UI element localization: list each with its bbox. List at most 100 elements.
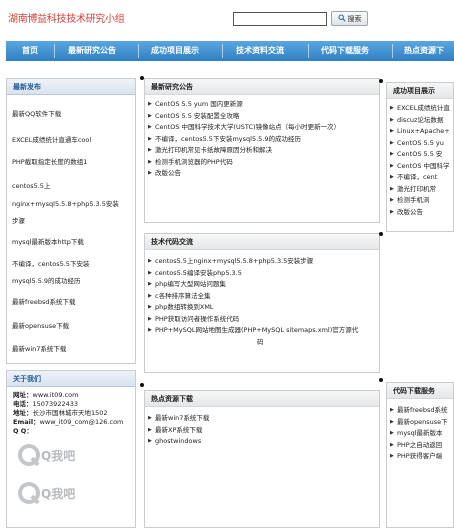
- projects-panel-title: 成功项目展示: [387, 83, 453, 99]
- qq-contact-icon[interactable]: Q我吧: [15, 479, 79, 507]
- list-item[interactable]: ▶ 检测手机浏: [387, 195, 453, 207]
- phone-label: 电话：: [13, 400, 33, 408]
- list-item[interactable]: ▶ 不编译，centos5.5下安装mysql5.5.9的成功经历: [145, 134, 379, 146]
- list-item[interactable]: ▶ 最新opensuse下: [387, 417, 453, 429]
- search-input[interactable]: [233, 12, 327, 26]
- arrow-icon: ▶: [148, 281, 152, 287]
- list-item[interactable]: ▶ CentOS 中国科学: [387, 161, 453, 173]
- arrow-icon: ▶: [148, 112, 152, 119]
- arrow-icon: ▶: [148, 327, 152, 333]
- arrow-icon: ▶: [148, 315, 152, 322]
- list-item[interactable]: ▶ PHP获得客户端: [387, 451, 453, 463]
- announcements-list: ▶ CentOS 5.5 yum 国内更新源 ▶ CentOS 5.5 安装配置全攻…: [145, 99, 379, 180]
- search-button[interactable]: 搜索: [331, 11, 368, 26]
- list-item[interactable]: ▶ c各种排序算法全集: [145, 291, 379, 303]
- arrow-icon: ▶: [148, 304, 152, 310]
- nav-home[interactable]: 首页: [22, 41, 38, 61]
- nav-tech[interactable]: 技术资料交流: [236, 41, 284, 61]
- list-item[interactable]: ▶ centos5.5编译安装php5.3.5: [145, 268, 379, 280]
- list-item[interactable]: ▶ 最新win7系统下载: [145, 413, 379, 425]
- projects-panel: 成功项目展示 ▶ EXCEL成绩统计直 ▶ discuz论坛数据 ▶ Linux+Ap…: [386, 82, 454, 232]
- list-item[interactable]: ▶ PHP之自动返回: [387, 440, 453, 452]
- latest-item[interactable]: EXCEL成绩统计直通车cool: [12, 135, 134, 147]
- arrow-icon: ▶: [390, 116, 394, 123]
- list-item[interactable]: ▶ CentOS 5.5 yum 国内更新源: [145, 99, 379, 111]
- arrow-icon: ▶: [390, 407, 394, 413]
- latest-item[interactable]: centos5.5上: [12, 181, 134, 193]
- arrow-icon: ▶: [390, 197, 394, 203]
- corner-dot-icon: [379, 378, 383, 382]
- list-item[interactable]: ▶ PHP+MySQL网站地图生成器(PHP+MySQL sitemaps.xml…: [145, 325, 379, 337]
- list-item[interactable]: ▶ CentOS 5.5 安装配置全攻略: [145, 111, 379, 123]
- latest-item[interactable]: mysql最新版本http下载: [12, 237, 134, 249]
- nav-divider: [54, 44, 55, 58]
- list-item[interactable]: ▶ PHP获取访问者操作系统代码: [145, 314, 379, 326]
- about-panel-title: 关于我们: [7, 371, 135, 387]
- list-item[interactable]: ▶ discuz论坛数据: [387, 115, 453, 127]
- list-item[interactable]: ▶ ghostwindows: [145, 436, 379, 448]
- projects-list: ▶ EXCEL成绩统计直 ▶ discuz论坛数据 ▶ Linux+Apache+ ▶…: [387, 103, 453, 218]
- search-button-label: 搜索: [347, 14, 362, 23]
- arrow-icon: ▶: [148, 269, 152, 276]
- latest-item[interactable]: PHP截取指定长度的数组1: [12, 157, 134, 169]
- email-label: Email：: [13, 418, 40, 426]
- list-item[interactable]: ▶ 不编译，cent: [387, 172, 453, 184]
- latest-item[interactable]: mysql5.5.9的成功经历: [12, 276, 134, 288]
- list-item[interactable]: ▶ mysql最新版本: [387, 428, 453, 440]
- main-navbar: 首页 最新研究公告 成功项目展示 技术资料交流 代码下载服务 热点资源下: [6, 41, 454, 61]
- list-item[interactable]: ▶ 最新freebsd系统: [387, 405, 453, 417]
- arrow-icon: ▶: [390, 139, 394, 146]
- latest-item[interactable]: 最新opensuse下载: [12, 321, 134, 333]
- arrow-icon: ▶: [148, 170, 152, 176]
- latest-panel-title: 最新发布: [7, 79, 135, 95]
- list-item[interactable]: ▶ CentOS 5.5 yu: [387, 138, 453, 150]
- list-item[interactable]: ▶ Linux+Apache+: [387, 126, 453, 138]
- latest-item[interactable]: 不编译，centos5.5下安装: [12, 259, 134, 271]
- downloads-panel-title: 代码下载服务: [387, 383, 453, 399]
- list-item[interactable]: ▶ 激光打印机常: [387, 184, 453, 196]
- list-item-continued[interactable]: 码: [145, 337, 379, 349]
- arrow-icon: ▶: [390, 162, 394, 169]
- arrow-icon: ▶: [148, 415, 152, 421]
- list-item[interactable]: ▶ 激光打印机常见卡纸故障原因分析和解决: [145, 145, 379, 157]
- latest-item[interactable]: 最新QQ软件下载: [12, 109, 134, 121]
- list-item[interactable]: ▶ EXCEL成绩统计直: [387, 103, 453, 115]
- list-item[interactable]: ▶ 改版公告: [145, 168, 379, 180]
- arrow-icon: ▶: [390, 208, 394, 215]
- arrow-icon: ▶: [148, 135, 152, 142]
- search-icon: [337, 13, 346, 24]
- address-label: 地址：: [13, 409, 33, 417]
- latest-item[interactable]: 最新freebsd系统下载: [12, 297, 134, 309]
- arrow-icon: ▶: [390, 441, 394, 448]
- latest-item[interactable]: nginx+mysql5.5.8+php5.3.5安装: [12, 199, 134, 211]
- phone-value: 15073922433: [32, 400, 79, 408]
- list-item[interactable]: ▶ 改版公告: [387, 207, 453, 219]
- list-item[interactable]: ▶ CentOS 5.5 安: [387, 149, 453, 161]
- qq-logo-text: Q我吧: [41, 448, 75, 463]
- qq-contact-icon[interactable]: Q我吧: [15, 441, 79, 469]
- list-item[interactable]: ▶ php编写大型网站问题集: [145, 279, 379, 291]
- latest-item[interactable]: 最新win7系统下载: [12, 344, 134, 356]
- list-item[interactable]: ▶ php数组转换到XML: [145, 302, 379, 314]
- corner-dot-icon: [379, 232, 383, 236]
- list-item[interactable]: ▶ 最新XP系统下载: [145, 425, 379, 437]
- nav-announcements[interactable]: 最新研究公告: [68, 41, 116, 61]
- about-panel: 关于我们 网址：www.it09.com 电话：15073922433 地址：长…: [6, 370, 136, 528]
- arrow-icon: ▶: [148, 124, 152, 130]
- list-item[interactable]: ▶ CentOS 中国科学技术大学(USTC)镜像站点（每小时更新一次）: [145, 122, 379, 134]
- announcements-panel-title: 最新研究公告: [145, 79, 379, 95]
- list-item[interactable]: ▶ 检测手机浏览器的PHP代码: [145, 157, 379, 169]
- latest-panel: 最新发布 最新QQ软件下载 EXCEL成绩统计直通车cool PHP截取指定长度…: [6, 78, 136, 364]
- arrow-icon: ▶: [148, 147, 152, 153]
- email-link[interactable]: www_it09_com@126.com: [40, 418, 124, 426]
- nav-downloads[interactable]: 代码下载服务: [321, 41, 369, 61]
- nav-hot-resources[interactable]: 热点资源下: [404, 41, 444, 61]
- qq-label: Q Q：: [13, 427, 33, 435]
- list-item[interactable]: ▶ centos5.5上nginx+mysql5.5.8+php5.3.5安装步骤: [145, 256, 379, 268]
- latest-item[interactable]: 步骤: [12, 216, 134, 228]
- site-title: 湖南博益科技技术研究小组: [8, 14, 125, 25]
- nav-projects[interactable]: 成功项目展示: [151, 41, 199, 61]
- hot-resources-panel-title: 热点资源下载: [145, 391, 379, 407]
- arrow-icon: ▶: [390, 185, 394, 192]
- website-link[interactable]: www.it09.com: [33, 391, 79, 399]
